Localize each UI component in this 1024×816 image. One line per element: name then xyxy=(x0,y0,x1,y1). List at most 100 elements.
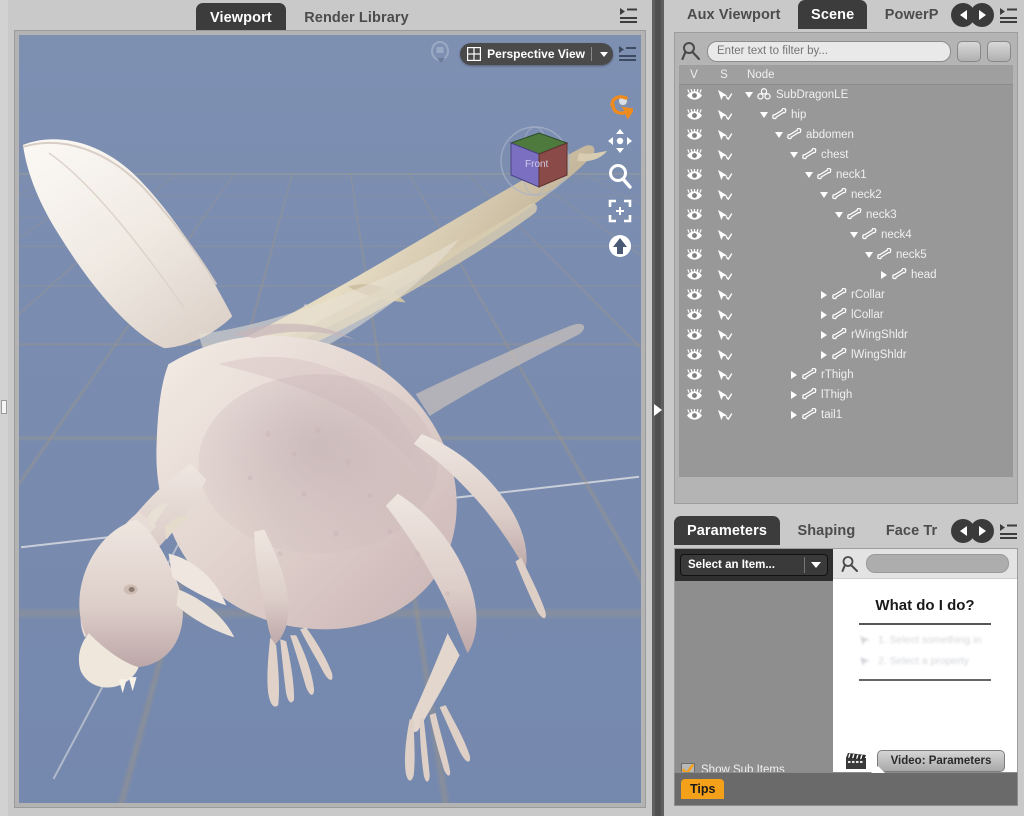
tree-node[interactable]: tail1 xyxy=(739,407,842,422)
tree-node[interactable]: neck1 xyxy=(739,167,867,182)
tree-node[interactable]: rWingShldr xyxy=(739,327,908,342)
chevron-right-icon[interactable] xyxy=(788,409,800,421)
tree-node[interactable]: lCollar xyxy=(739,307,884,322)
tab-powerpose[interactable]: PowerP xyxy=(872,0,952,29)
eye-icon[interactable] xyxy=(679,328,709,342)
eye-icon[interactable] xyxy=(679,288,709,302)
viewport-canvas[interactable]: Perspective View Front xyxy=(19,35,641,803)
view-cube[interactable]: Front xyxy=(489,123,581,201)
pointer-select-icon[interactable] xyxy=(709,189,739,202)
tree-row[interactable]: neck4 xyxy=(679,225,1013,245)
eye-icon[interactable] xyxy=(679,308,709,322)
chevron-down-icon[interactable] xyxy=(848,229,860,241)
tree-node[interactable]: abdomen xyxy=(739,127,854,142)
chevron-right-icon[interactable] xyxy=(970,519,994,543)
pointer-select-icon[interactable] xyxy=(709,309,739,322)
tree-row[interactable]: neck1 xyxy=(679,165,1013,185)
arrow-up-circle-icon[interactable] xyxy=(607,233,633,259)
chevron-down-icon[interactable] xyxy=(758,109,770,121)
four-arrows-icon[interactable] xyxy=(607,128,633,154)
tree-row[interactable]: rWingShldr xyxy=(679,325,1013,345)
tree-row[interactable]: neck5 xyxy=(679,245,1013,265)
eye-icon[interactable] xyxy=(679,228,709,242)
tree-row[interactable]: lCollar xyxy=(679,305,1013,325)
tree-row[interactable]: tail1 xyxy=(679,405,1013,425)
tree-row[interactable]: abdomen xyxy=(679,125,1013,145)
chevron-down-icon[interactable] xyxy=(773,129,785,141)
view-mode-dropdown[interactable]: Perspective View xyxy=(460,43,613,65)
chevron-right-icon[interactable] xyxy=(970,3,994,27)
orbit-icon[interactable] xyxy=(607,93,633,119)
video-parameters-button[interactable]: Video: Parameters xyxy=(876,750,1006,772)
filter-prev-button[interactable] xyxy=(957,40,981,62)
tree-row[interactable]: hip xyxy=(679,105,1013,125)
pointer-select-icon[interactable] xyxy=(709,229,739,242)
pointer-select-icon[interactable] xyxy=(709,149,739,162)
chevron-down-icon[interactable] xyxy=(833,209,845,221)
chevron-down-icon[interactable] xyxy=(803,169,815,181)
eye-icon[interactable] xyxy=(679,348,709,362)
center-splitter[interactable] xyxy=(652,0,664,816)
chevron-down-icon[interactable] xyxy=(818,189,830,201)
pointer-select-icon[interactable] xyxy=(709,169,739,182)
chevron-down-icon[interactable] xyxy=(788,149,800,161)
pointer-select-icon[interactable] xyxy=(709,369,739,382)
tab-shaping[interactable]: Shaping xyxy=(784,516,868,545)
eye-icon[interactable] xyxy=(679,108,709,122)
chevron-down-icon[interactable] xyxy=(743,89,755,101)
pointer-select-icon[interactable] xyxy=(709,409,739,422)
eye-icon[interactable] xyxy=(679,128,709,142)
pane-options-icon[interactable] xyxy=(618,6,638,25)
pane-options-icon[interactable] xyxy=(998,6,1018,25)
scene-filter-input[interactable] xyxy=(707,40,951,62)
tree-node[interactable]: neck2 xyxy=(739,187,882,202)
parameters-group-list[interactable] xyxy=(675,581,833,757)
tree-node[interactable]: hip xyxy=(739,107,806,122)
tree-node[interactable]: chest xyxy=(739,147,849,162)
magnifier-icon[interactable] xyxy=(607,163,633,189)
tree-row[interactable]: SubDragonLE xyxy=(679,85,1013,105)
tree-row[interactable]: rCollar xyxy=(679,285,1013,305)
eye-icon[interactable] xyxy=(679,148,709,162)
tree-node[interactable]: rCollar xyxy=(739,287,885,302)
item-select-dropdown[interactable]: Select an Item... xyxy=(680,554,828,576)
pointer-select-icon[interactable] xyxy=(709,109,739,122)
tab-aux-viewport[interactable]: Aux Viewport xyxy=(674,0,794,29)
eye-icon[interactable] xyxy=(679,388,709,402)
tab-parameters[interactable]: Parameters xyxy=(674,516,780,545)
tree-row[interactable]: rThigh xyxy=(679,365,1013,385)
chevron-down-icon[interactable] xyxy=(863,249,875,261)
eye-icon[interactable] xyxy=(679,88,709,102)
tab-viewport[interactable]: Viewport xyxy=(196,3,286,32)
eye-icon[interactable] xyxy=(679,168,709,182)
parameters-search-input[interactable] xyxy=(866,554,1009,573)
pointer-select-icon[interactable] xyxy=(709,329,739,342)
eye-icon[interactable] xyxy=(679,188,709,202)
tree-row[interactable]: neck3 xyxy=(679,205,1013,225)
tree-node[interactable]: neck3 xyxy=(739,207,897,222)
splitter-grip[interactable] xyxy=(1,400,7,414)
eye-icon[interactable] xyxy=(679,368,709,382)
pointer-select-icon[interactable] xyxy=(709,209,739,222)
tree-node[interactable]: neck4 xyxy=(739,227,912,242)
tree-row[interactable]: lWingShldr xyxy=(679,345,1013,365)
filter-next-button[interactable] xyxy=(987,40,1011,62)
chevron-right-icon[interactable] xyxy=(818,309,830,321)
pointer-select-icon[interactable] xyxy=(709,129,739,142)
camera-icon[interactable] xyxy=(429,41,455,67)
scene-tree[interactable]: SubDragonLE hip abdomen chest neck1 neck2 neck… xyxy=(679,85,1013,477)
tips-tab[interactable]: Tips xyxy=(681,779,725,799)
tree-row[interactable]: lThigh xyxy=(679,385,1013,405)
pane-options-icon[interactable] xyxy=(618,45,637,63)
tree-node[interactable]: lWingShldr xyxy=(739,347,907,362)
eye-icon[interactable] xyxy=(679,208,709,222)
tree-node[interactable]: SubDragonLE xyxy=(739,88,848,102)
chevron-down-icon[interactable] xyxy=(598,48,610,60)
pointer-select-icon[interactable] xyxy=(709,269,739,282)
pointer-select-icon[interactable] xyxy=(709,349,739,362)
pointer-select-icon[interactable] xyxy=(709,249,739,262)
tree-node[interactable]: head xyxy=(739,267,937,282)
tab-render-library[interactable]: Render Library xyxy=(290,3,423,32)
chevron-right-icon[interactable] xyxy=(818,289,830,301)
chevron-right-icon[interactable] xyxy=(818,329,830,341)
